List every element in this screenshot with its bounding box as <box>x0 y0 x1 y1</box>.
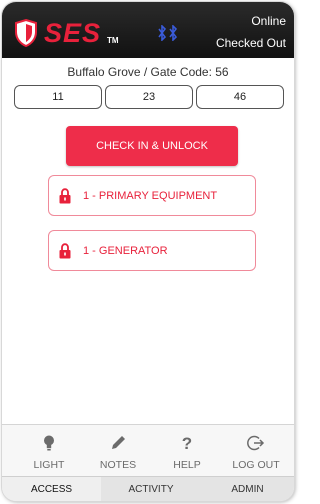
tab-admin[interactable]: ADMIN <box>201 477 294 501</box>
svg-text:?: ? <box>182 434 192 452</box>
code-box-2[interactable]: 23 <box>105 85 193 109</box>
light-button[interactable]: LIGHT <box>19 425 79 477</box>
location-gate-code: Buffalo Grove / Gate Code: 56 <box>67 65 229 79</box>
lock-button-primary-equipment[interactable]: 1 - PRIMARY EQUIPMENT <box>48 175 256 216</box>
code-row: 11 23 46 <box>14 85 284 109</box>
lock-button-generator[interactable]: 1 - GENERATOR <box>48 230 256 271</box>
lock-label: 1 - GENERATOR <box>83 245 168 257</box>
tab-access[interactable]: ACCESS <box>2 477 101 501</box>
question-icon: ? <box>182 434 192 452</box>
bottom-toolbar: LIGHT NOTES ? HELP LOG OUT <box>2 424 294 476</box>
light-label: LIGHT <box>33 459 65 471</box>
code-box-1[interactable]: 11 <box>14 85 102 109</box>
trademark-mark: TM <box>107 36 119 45</box>
app-frame: SES TM Online Checked Out Buffalo Grove … <box>2 2 294 501</box>
logout-icon <box>247 435 265 451</box>
app-header: SES TM Online Checked Out <box>2 2 294 58</box>
shield-icon <box>15 19 37 47</box>
logout-button[interactable]: LOG OUT <box>226 425 286 477</box>
lock-icon <box>59 243 71 259</box>
brand-logo: SES <box>44 18 102 48</box>
tab-activity[interactable]: ACTIVITY <box>101 477 201 501</box>
bottom-tab-bar: ACCESS ACTIVITY ADMIN <box>2 476 294 501</box>
lock-label: 1 - PRIMARY EQUIPMENT <box>83 190 218 202</box>
notes-button[interactable]: NOTES <box>88 425 148 477</box>
help-button[interactable]: ? HELP <box>157 425 217 477</box>
status-checked-out: Checked Out <box>215 36 286 50</box>
pencil-icon <box>112 436 125 449</box>
check-in-unlock-button[interactable]: CHECK IN & UNLOCK <box>66 126 238 166</box>
notes-label: NOTES <box>99 459 137 471</box>
status-online: Online <box>251 14 286 28</box>
code-box-3[interactable]: 46 <box>196 85 284 109</box>
lightbulb-icon <box>44 435 54 451</box>
help-label: HELP <box>173 459 201 471</box>
bluetooth-icon <box>158 25 178 41</box>
lock-icon <box>59 188 71 204</box>
logout-label: LOG OUT <box>232 459 280 471</box>
